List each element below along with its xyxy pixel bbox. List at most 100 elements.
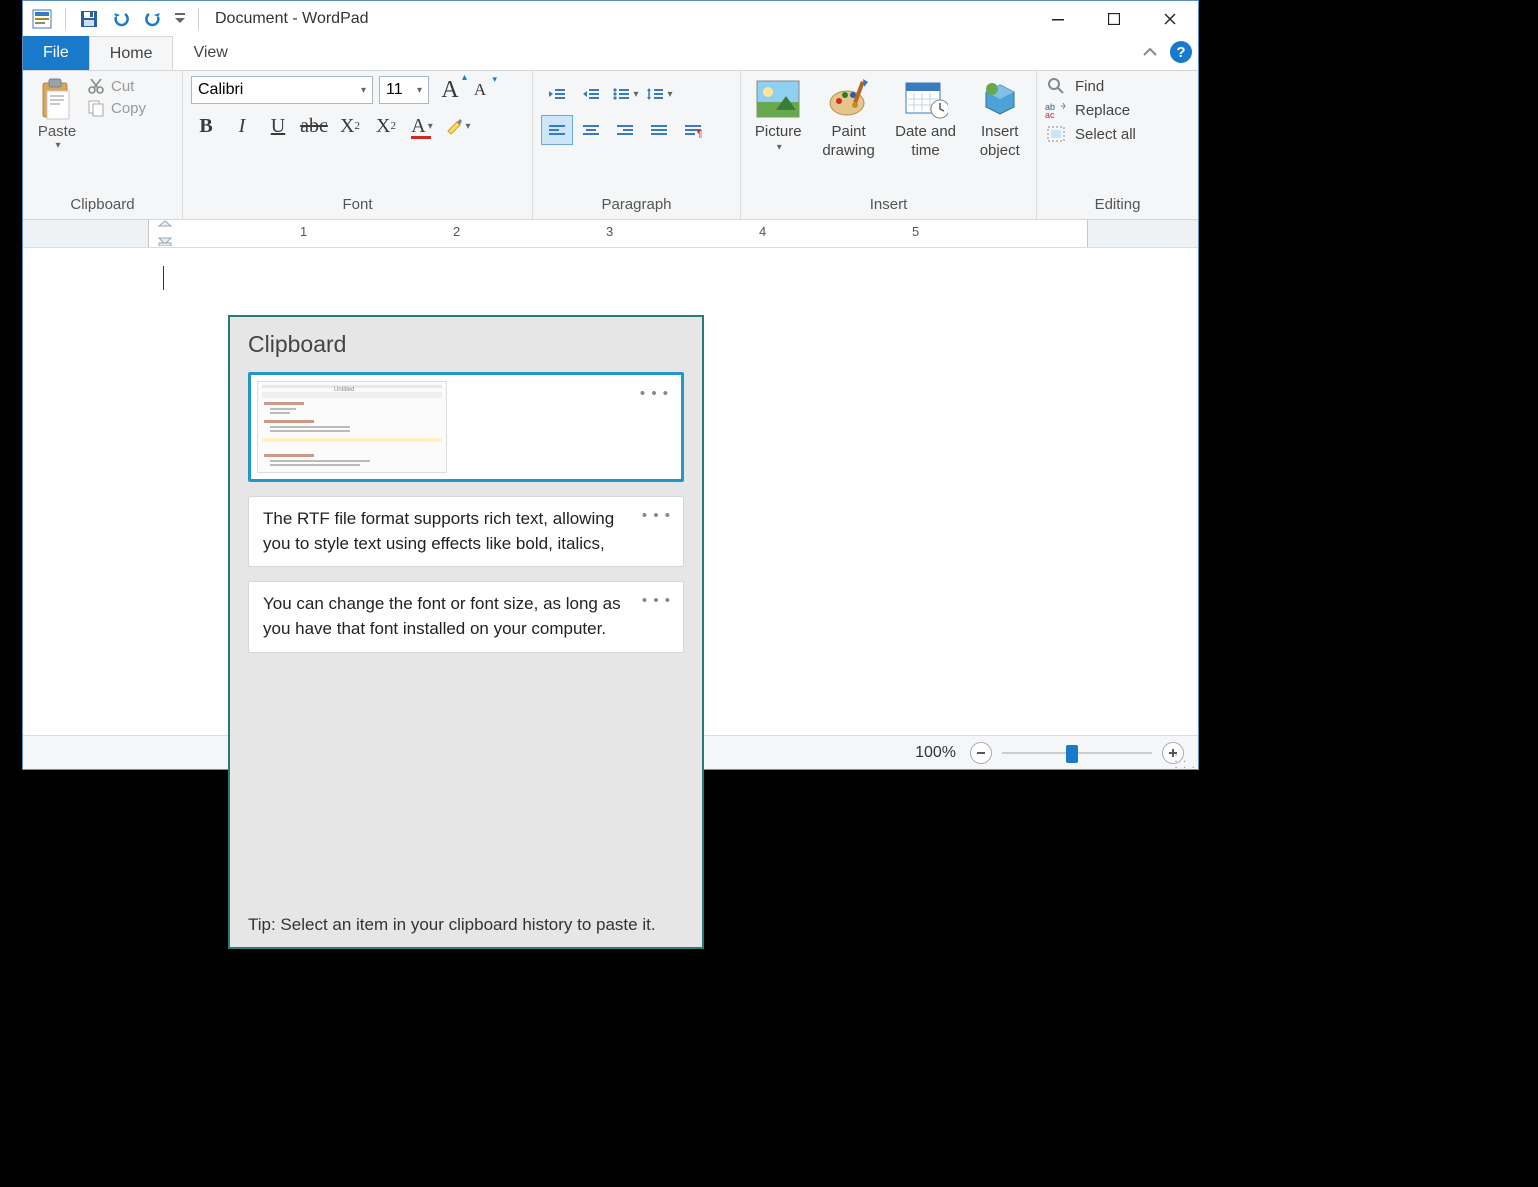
clipboard-image-thumbnail: Untitled bbox=[257, 381, 447, 473]
copy-button[interactable]: Copy bbox=[87, 99, 146, 117]
find-label: Find bbox=[1075, 78, 1104, 95]
find-icon bbox=[1045, 77, 1067, 95]
qat-customize-button[interactable] bbox=[172, 6, 188, 32]
object-icon bbox=[978, 77, 1022, 121]
highlight-button[interactable]: ▾ bbox=[443, 111, 473, 141]
font-name-value: Calibri bbox=[198, 81, 243, 99]
group-clipboard: Paste ▾ Cut Copy Clipboard bbox=[23, 71, 183, 219]
ruler-tick: 3 bbox=[606, 224, 613, 239]
ribbon-tabs: File Home View ? bbox=[23, 36, 1198, 70]
group-paragraph: ▾ ▾ ¶ Paragraph bbox=[533, 71, 741, 219]
separator bbox=[198, 8, 199, 30]
font-size-value: 11 bbox=[386, 81, 403, 99]
close-button[interactable] bbox=[1142, 1, 1198, 36]
ruler-tick: 5 bbox=[912, 224, 919, 239]
minimize-button[interactable] bbox=[1030, 1, 1086, 36]
ruler[interactable]: 1 2 3 4 5 bbox=[23, 220, 1198, 248]
justify-button[interactable] bbox=[643, 115, 675, 145]
subscript-button[interactable]: X2 bbox=[335, 111, 365, 141]
group-label-paragraph: Paragraph bbox=[541, 194, 732, 215]
selectall-label: Select all bbox=[1075, 126, 1136, 143]
clipboard-item-menu-button[interactable]: • • • bbox=[642, 590, 671, 612]
italic-button[interactable]: I bbox=[227, 111, 257, 141]
clipboard-popup-title: Clipboard bbox=[248, 331, 684, 358]
paste-label: Paste bbox=[38, 123, 76, 140]
undo-button[interactable] bbox=[108, 6, 134, 32]
calendar-clock-icon bbox=[904, 77, 948, 121]
grow-font-button[interactable]: A▴ bbox=[435, 75, 465, 105]
clipboard-tip-text: Tip: Select an item in your clipboard hi… bbox=[248, 913, 684, 937]
insert-picture-button[interactable]: Picture ▾ bbox=[749, 77, 807, 154]
clipboard-history-popup: Clipboard Untitled • • • The RTF bbox=[228, 315, 704, 949]
text-cursor bbox=[163, 266, 164, 290]
chevron-down-icon: ▾ bbox=[55, 140, 60, 151]
replace-button[interactable]: abac Replace bbox=[1045, 101, 1130, 119]
clipboard-item-text: The RTF file format supports rich text, … bbox=[263, 509, 614, 553]
maximize-button[interactable] bbox=[1086, 1, 1142, 36]
resize-grip[interactable]: .. .. . . bbox=[1174, 749, 1196, 767]
window-controls bbox=[1030, 1, 1198, 36]
collapse-ribbon-button[interactable] bbox=[1138, 40, 1162, 64]
save-button[interactable] bbox=[76, 6, 102, 32]
clipboard-item-3[interactable]: You can change the font or font size, as… bbox=[248, 581, 684, 652]
decrease-indent-button[interactable] bbox=[541, 79, 573, 109]
group-editing: Find abac Replace Select all Editing bbox=[1037, 71, 1198, 219]
cut-button[interactable]: Cut bbox=[87, 77, 146, 95]
paste-button[interactable]: Paste ▾ bbox=[31, 75, 83, 151]
copy-icon bbox=[87, 99, 105, 117]
ruler-tick: 1 bbox=[300, 224, 307, 239]
font-color-button[interactable]: A▾ bbox=[407, 111, 437, 141]
cut-label: Cut bbox=[111, 78, 134, 95]
date-time-button[interactable]: Date and time bbox=[890, 77, 962, 161]
shrink-font-button[interactable]: A▾ bbox=[465, 75, 495, 105]
ruler-document-area bbox=[148, 220, 1088, 247]
group-insert: Picture ▾ Paint drawing Date and time In… bbox=[741, 71, 1037, 219]
find-button[interactable]: Find bbox=[1045, 77, 1104, 95]
clipboard-item-2[interactable]: The RTF file format supports rich text, … bbox=[248, 496, 684, 567]
align-left-button[interactable] bbox=[541, 115, 573, 145]
superscript-button[interactable]: X2 bbox=[371, 111, 401, 141]
select-all-button[interactable]: Select all bbox=[1045, 125, 1136, 143]
font-name-combo[interactable]: Calibri ▾ bbox=[191, 76, 373, 104]
bullets-button[interactable]: ▾ bbox=[609, 79, 641, 109]
clipboard-item-1[interactable]: Untitled • • • bbox=[248, 372, 684, 482]
separator bbox=[65, 8, 66, 30]
increase-indent-button[interactable] bbox=[575, 79, 607, 109]
group-label-editing: Editing bbox=[1045, 194, 1190, 215]
font-size-combo[interactable]: 11 ▾ bbox=[379, 76, 429, 104]
ruler-tick: 2 bbox=[453, 224, 460, 239]
paint-label: Paint drawing bbox=[817, 123, 879, 161]
tab-file[interactable]: File bbox=[23, 36, 89, 70]
copy-label: Copy bbox=[111, 100, 146, 117]
indent-marker[interactable] bbox=[158, 220, 172, 246]
zoom-out-button[interactable] bbox=[970, 742, 992, 764]
paint-drawing-button[interactable]: Paint drawing bbox=[817, 77, 879, 161]
group-label-font: Font bbox=[191, 194, 524, 215]
help-button[interactable]: ? bbox=[1170, 41, 1192, 63]
insert-object-button[interactable]: Insert object bbox=[971, 77, 1028, 161]
svg-text:ac: ac bbox=[1045, 110, 1055, 118]
picture-icon bbox=[756, 77, 800, 121]
align-right-button[interactable] bbox=[609, 115, 641, 145]
tab-home[interactable]: Home bbox=[89, 36, 174, 70]
tab-view[interactable]: View bbox=[173, 36, 247, 70]
zoom-slider[interactable] bbox=[1002, 744, 1152, 762]
replace-icon: abac bbox=[1045, 101, 1067, 119]
clipboard-item-menu-button[interactable]: • • • bbox=[642, 505, 671, 527]
clipboard-item-menu-button[interactable]: • • • bbox=[640, 383, 669, 405]
redo-button[interactable] bbox=[140, 6, 166, 32]
bold-button[interactable]: B bbox=[191, 111, 221, 141]
app-icon bbox=[29, 6, 55, 32]
align-center-button[interactable] bbox=[575, 115, 607, 145]
line-spacing-button[interactable]: ▾ bbox=[643, 79, 675, 109]
paragraph-dialog-button[interactable]: ¶ bbox=[677, 115, 709, 145]
zoom-slider-thumb[interactable] bbox=[1066, 745, 1078, 763]
paint-icon bbox=[827, 77, 871, 121]
scissors-icon bbox=[87, 77, 105, 95]
clipboard-item-text: You can change the font or font size, as… bbox=[263, 594, 621, 638]
group-label-insert: Insert bbox=[749, 194, 1028, 215]
chevron-down-icon: ▾ bbox=[417, 85, 422, 96]
underline-button[interactable]: U bbox=[263, 111, 293, 141]
picture-label: Picture bbox=[755, 123, 802, 142]
strikethrough-button[interactable]: abc bbox=[299, 111, 329, 141]
